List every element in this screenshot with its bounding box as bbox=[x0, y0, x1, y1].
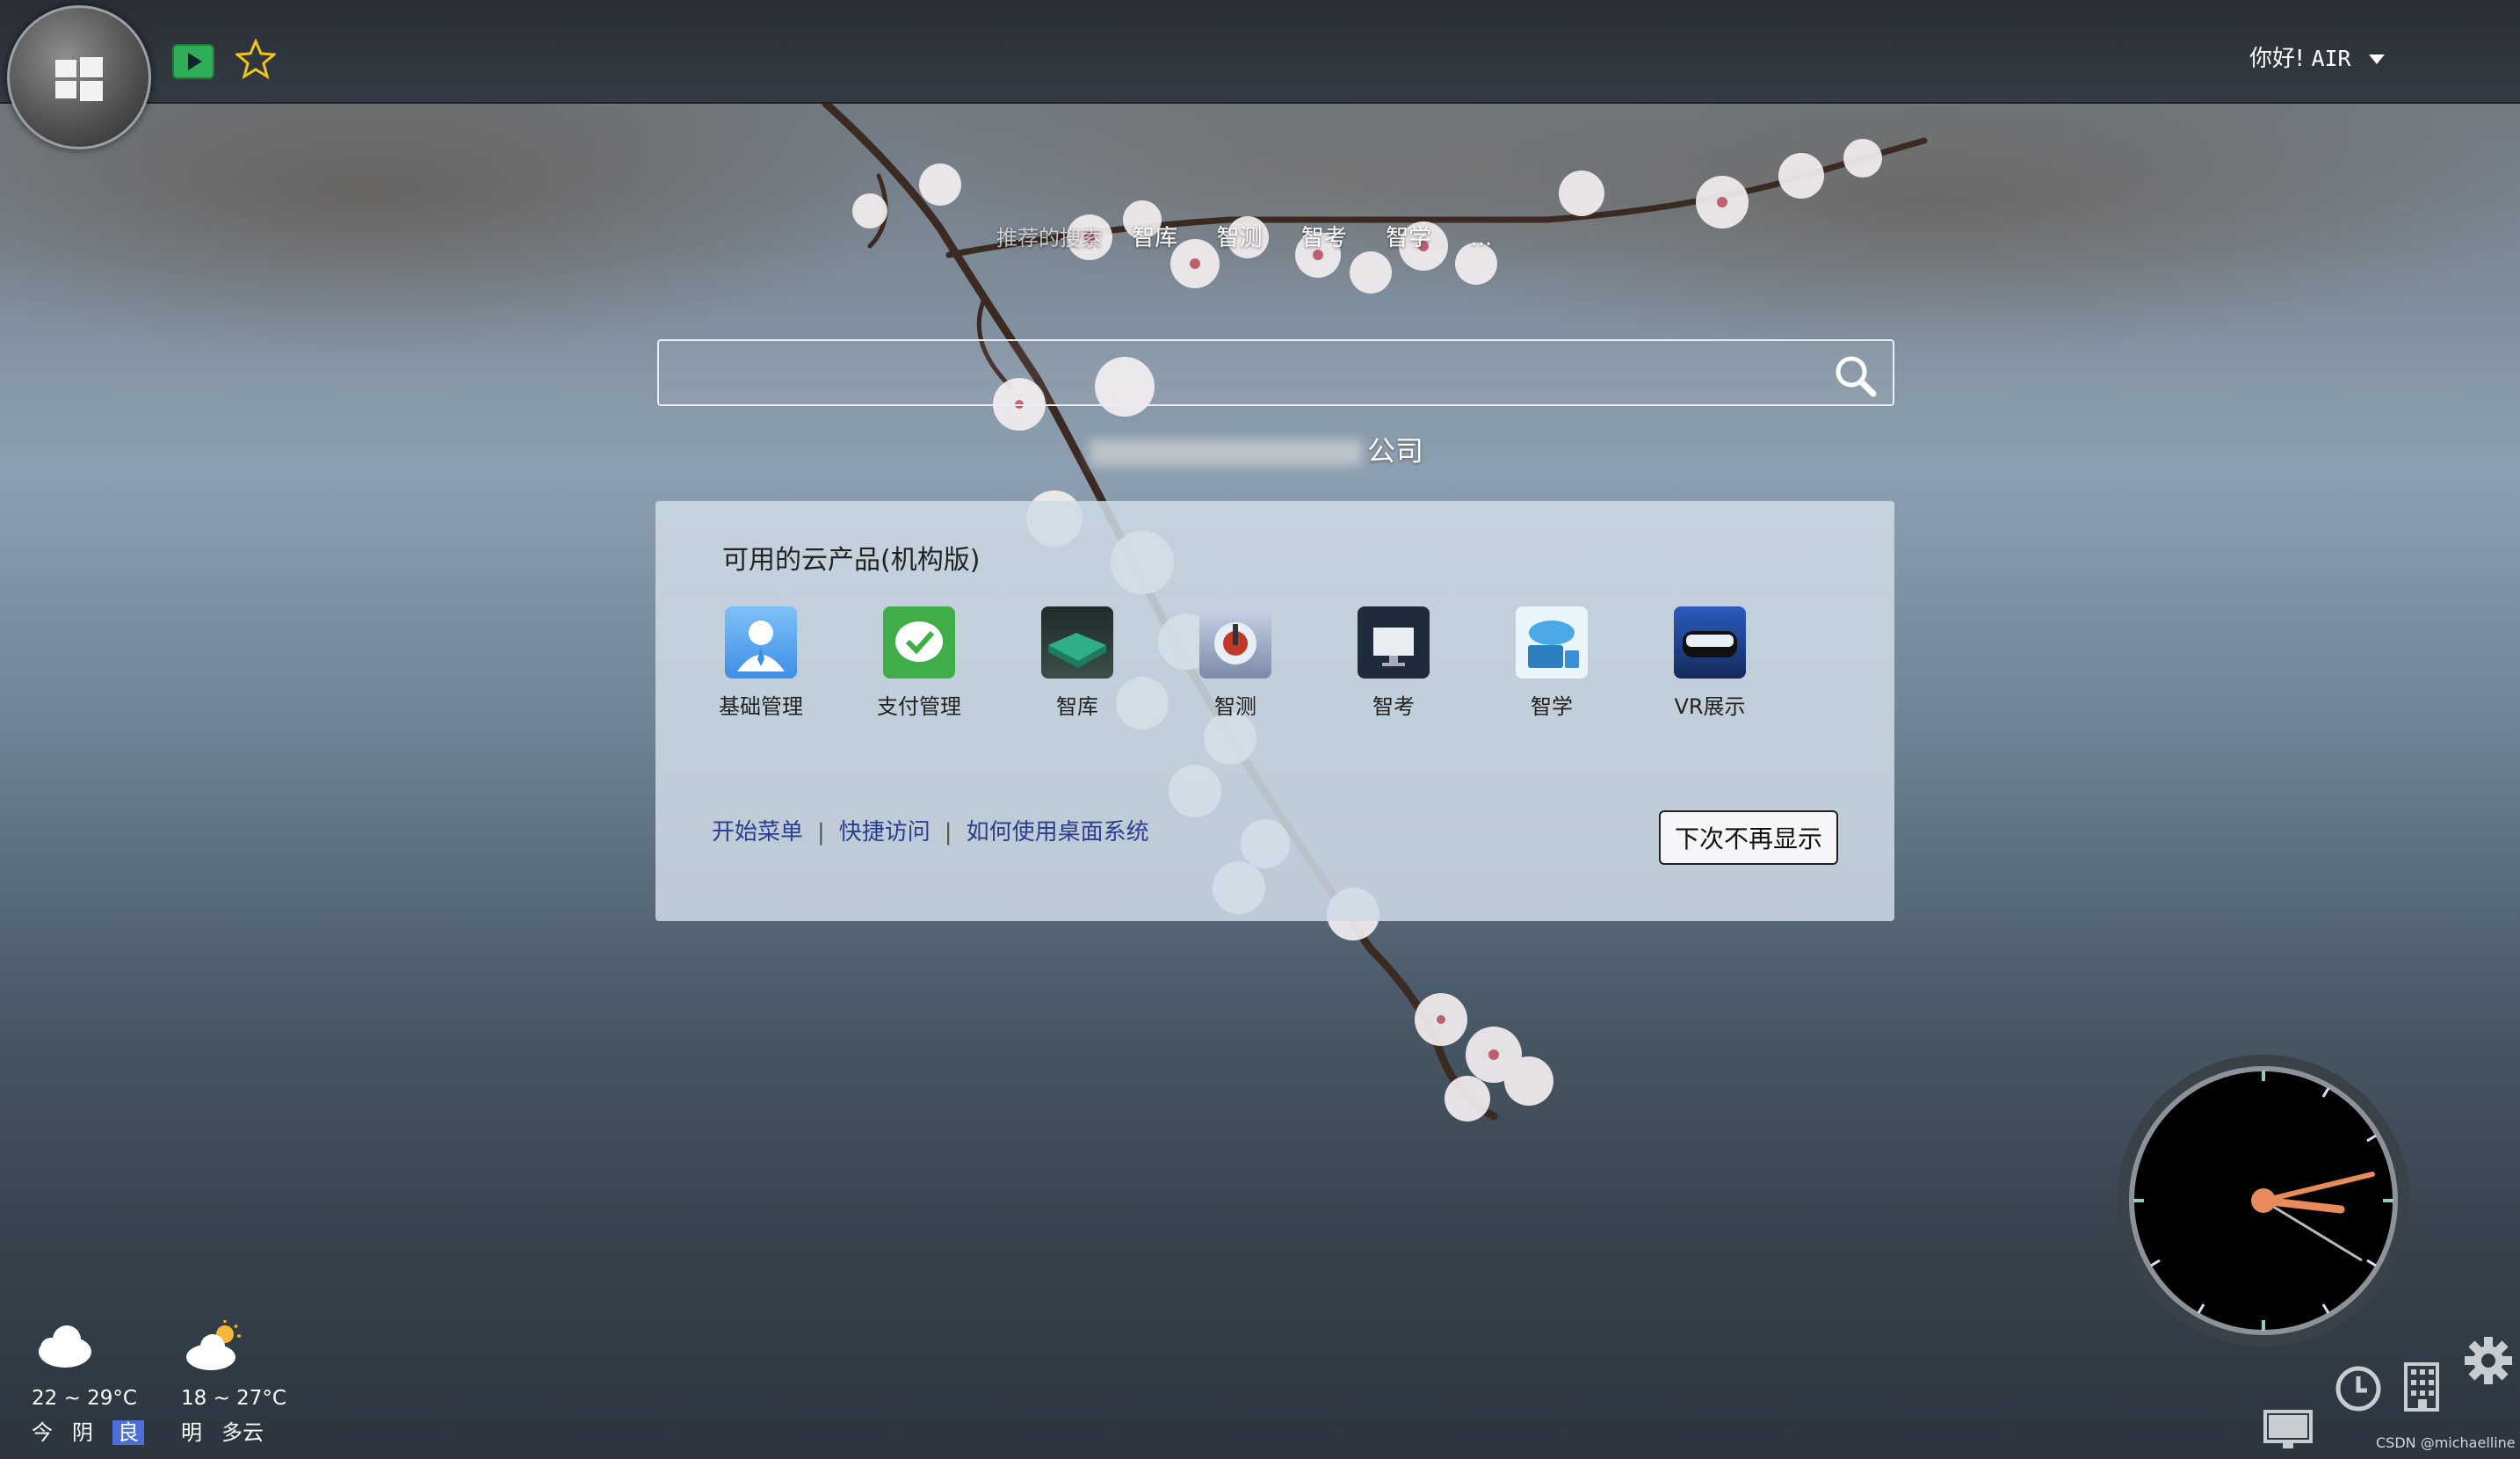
how-to-use-link[interactable]: 如何使用桌面系统 bbox=[967, 819, 1149, 846]
app-zhixue[interactable]: 智学 bbox=[1499, 606, 1604, 738]
vr-headset-icon bbox=[1674, 606, 1746, 679]
tomorrow-temperature: 18 ~ 27°C bbox=[181, 1387, 286, 1410]
app-label: 基础管理 bbox=[719, 694, 803, 719]
user-admin-icon bbox=[725, 606, 797, 679]
windows-logo-icon bbox=[55, 57, 103, 101]
exam-monitor-icon bbox=[1358, 606, 1430, 679]
tomorrow-label: 明 bbox=[181, 1420, 202, 1445]
app-zhiku[interactable]: 智库 bbox=[1025, 606, 1130, 738]
weather-today: 22 ~ 29°C 今阴良 bbox=[32, 1318, 181, 1446]
company-suffix: 公司 bbox=[1367, 434, 1424, 468]
monitor-icon[interactable] bbox=[2263, 1410, 2313, 1450]
today-label: 今 bbox=[32, 1420, 53, 1445]
recommended-searches: 推荐的搜索 智库 智测 智考 智学 ... bbox=[996, 220, 1524, 252]
recommend-item-zhice[interactable]: 智测 bbox=[1217, 225, 1263, 251]
redacted-company-text bbox=[1090, 439, 1362, 466]
quick-access-link[interactable]: 快捷访问 bbox=[839, 819, 931, 846]
play-icon[interactable] bbox=[172, 44, 214, 79]
gear-icon[interactable] bbox=[2464, 1336, 2513, 1385]
test-target-icon bbox=[1199, 606, 1271, 679]
panel-title: 可用的云产品(机构版) bbox=[722, 545, 981, 576]
company-name: 公司 bbox=[1090, 429, 1423, 469]
app-vr-display[interactable]: VR展示 bbox=[1657, 606, 1763, 738]
app-basic-management[interactable]: 基础管理 bbox=[708, 606, 814, 738]
user-greeting-menu[interactable]: 你好! AIR bbox=[2249, 40, 2385, 73]
chevron-down-icon bbox=[2368, 54, 2385, 64]
cloud-icon bbox=[39, 1325, 91, 1368]
start-menu-link[interactable]: 开始菜单 bbox=[712, 819, 803, 846]
help-links: 开始菜单 | 快捷访问 | 如何使用桌面系统 bbox=[712, 814, 1149, 846]
app-label: 智考 bbox=[1372, 694, 1415, 719]
link-separator: | bbox=[817, 819, 825, 846]
dont-show-again-button[interactable]: 下次不再显示 bbox=[1659, 810, 1838, 865]
app-zhikao[interactable]: 智考 bbox=[1341, 606, 1446, 738]
app-payment-management[interactable]: 支付管理 bbox=[866, 606, 972, 738]
tomorrow-condition: 多云 bbox=[221, 1420, 264, 1445]
cloud-products-panel: 可用的云产品(机构版) 基础管理 支付管理 智库 智测 智考 智学 VR展示 开… bbox=[655, 501, 1894, 921]
app-label: 智测 bbox=[1214, 694, 1256, 719]
top-bar: 你好! AIR bbox=[0, 0, 2520, 104]
search-icon[interactable] bbox=[1833, 353, 1877, 397]
building-icon[interactable] bbox=[2402, 1361, 2441, 1413]
weather-tomorrow: 18 ~ 27°C 明多云 bbox=[181, 1318, 330, 1446]
recommend-item-zhiku[interactable]: 智库 bbox=[1132, 225, 1177, 251]
recommend-item-zhixue[interactable]: 智学 bbox=[1386, 225, 1431, 251]
username: AIR bbox=[2311, 46, 2351, 71]
book-library-icon bbox=[1041, 606, 1113, 679]
app-label: 支付管理 bbox=[877, 694, 961, 719]
search-box bbox=[657, 339, 1894, 406]
start-button[interactable] bbox=[7, 5, 151, 149]
today-temperature: 22 ~ 29°C bbox=[32, 1387, 137, 1410]
air-quality-badge: 良 bbox=[112, 1420, 144, 1445]
app-label: 智库 bbox=[1056, 694, 1098, 719]
cloud-learning-icon bbox=[1516, 606, 1588, 679]
star-icon[interactable] bbox=[234, 38, 278, 80]
greeting-text: 你好! bbox=[2249, 46, 2305, 72]
clock-icon[interactable] bbox=[2334, 1364, 2383, 1413]
app-label: VR展示 bbox=[1674, 694, 1746, 719]
partly-cloudy-icon bbox=[186, 1320, 241, 1370]
recommend-label: 推荐的搜索 bbox=[996, 226, 1102, 250]
watermark: CSDN @michaelline bbox=[2376, 1434, 2516, 1451]
today-condition: 阴 bbox=[72, 1420, 93, 1445]
analog-clock bbox=[2118, 1055, 2409, 1346]
link-separator: | bbox=[944, 819, 952, 846]
recommend-item-zhikao[interactable]: 智考 bbox=[1301, 225, 1347, 251]
recommend-more[interactable]: ... bbox=[1470, 225, 1492, 251]
search-input[interactable] bbox=[668, 345, 1814, 403]
app-zhice[interactable]: 智测 bbox=[1183, 606, 1288, 738]
wechat-pay-icon bbox=[883, 606, 955, 679]
app-label: 智学 bbox=[1531, 694, 1573, 719]
app-grid: 基础管理 支付管理 智库 智测 智考 智学 VR展示 bbox=[708, 606, 1807, 738]
